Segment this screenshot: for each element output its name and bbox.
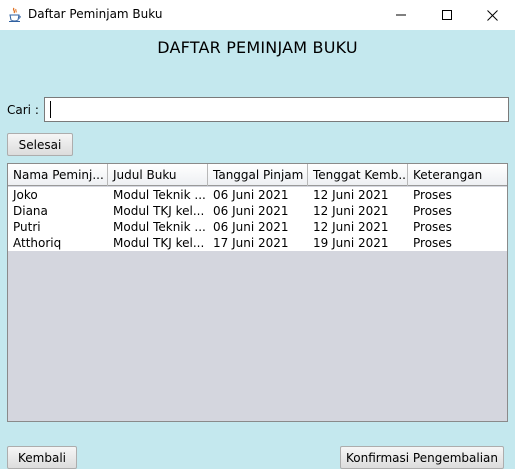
cell-status: Proses — [413, 220, 452, 234]
cell-status: Proses — [413, 236, 452, 250]
finish-button[interactable]: Selesai — [7, 133, 73, 156]
column-header-borrow-date[interactable]: Tanggal Pinjam — [208, 164, 308, 186]
cell-book-title: Modul Teknik ... — [113, 220, 206, 234]
minimize-icon — [396, 14, 406, 16]
close-icon — [486, 9, 498, 21]
search-label: Cari : — [7, 103, 39, 117]
cell-status: Proses — [413, 188, 452, 202]
cell-due-date: 12 Juni 2021 — [313, 220, 389, 234]
java-cup-icon — [7, 7, 23, 23]
column-header-status[interactable]: Keterangan — [408, 164, 507, 186]
maximize-icon — [442, 10, 452, 20]
close-button[interactable] — [469, 0, 515, 30]
title-bar[interactable]: Daftar Peminjam Buku — [0, 0, 515, 30]
minimize-button[interactable] — [378, 0, 424, 30]
column-header-name[interactable]: Nama Peminj... — [8, 164, 108, 186]
page-title: DAFTAR PEMINJAM BUKU — [157, 38, 358, 57]
cell-borrow-date: 17 Juni 2021 — [213, 236, 289, 250]
table-row[interactable]: Joko Modul Teknik ... 06 Juni 2021 12 Ju… — [8, 187, 507, 203]
cell-name: Putri — [13, 220, 41, 234]
cell-borrow-date: 06 Juni 2021 — [213, 220, 289, 234]
table-body: Joko Modul Teknik ... 06 Juni 2021 12 Ju… — [8, 187, 507, 251]
maximize-button[interactable] — [424, 0, 470, 30]
column-header-book-title[interactable]: Judul Buku — [108, 164, 208, 186]
column-header-due-date[interactable]: Tenggat Kemb... — [308, 164, 408, 186]
cell-due-date: 19 Juni 2021 — [313, 236, 389, 250]
text-caret — [50, 101, 51, 118]
app-window: Daftar Peminjam Buku DAFTAR PEMINJAM BUK… — [0, 0, 515, 469]
cell-borrow-date: 06 Juni 2021 — [213, 204, 289, 218]
table-header: Nama Peminj... Judul Buku Tanggal Pinjam… — [8, 164, 507, 186]
cell-due-date: 12 Juni 2021 — [313, 204, 389, 218]
cell-book-title: Modul TKJ kel... — [113, 204, 205, 218]
back-button[interactable]: Kembali — [7, 446, 77, 469]
borrowers-table[interactable]: Nama Peminj... Judul Buku Tanggal Pinjam… — [7, 163, 508, 422]
table-row[interactable]: Atthoriq Modul TKJ kel... 17 Juni 2021 1… — [8, 235, 507, 251]
window-title: Daftar Peminjam Buku — [28, 7, 163, 21]
table-row[interactable]: Diana Modul TKJ kel... 06 Juni 2021 12 J… — [8, 203, 507, 219]
search-input[interactable] — [44, 97, 509, 122]
cell-name: Diana — [13, 204, 48, 218]
cell-book-title: Modul Teknik ... — [113, 188, 206, 202]
cell-status: Proses — [413, 204, 452, 218]
table-row[interactable]: Putri Modul Teknik ... 06 Juni 2021 12 J… — [8, 219, 507, 235]
cell-name: Joko — [13, 188, 38, 202]
cell-borrow-date: 06 Juni 2021 — [213, 188, 289, 202]
confirm-return-button[interactable]: Konfirmasi Pengembalian — [340, 446, 504, 469]
cell-name: Atthoriq — [13, 236, 62, 250]
cell-due-date: 12 Juni 2021 — [313, 188, 389, 202]
cell-book-title: Modul TKJ kel... — [113, 236, 205, 250]
